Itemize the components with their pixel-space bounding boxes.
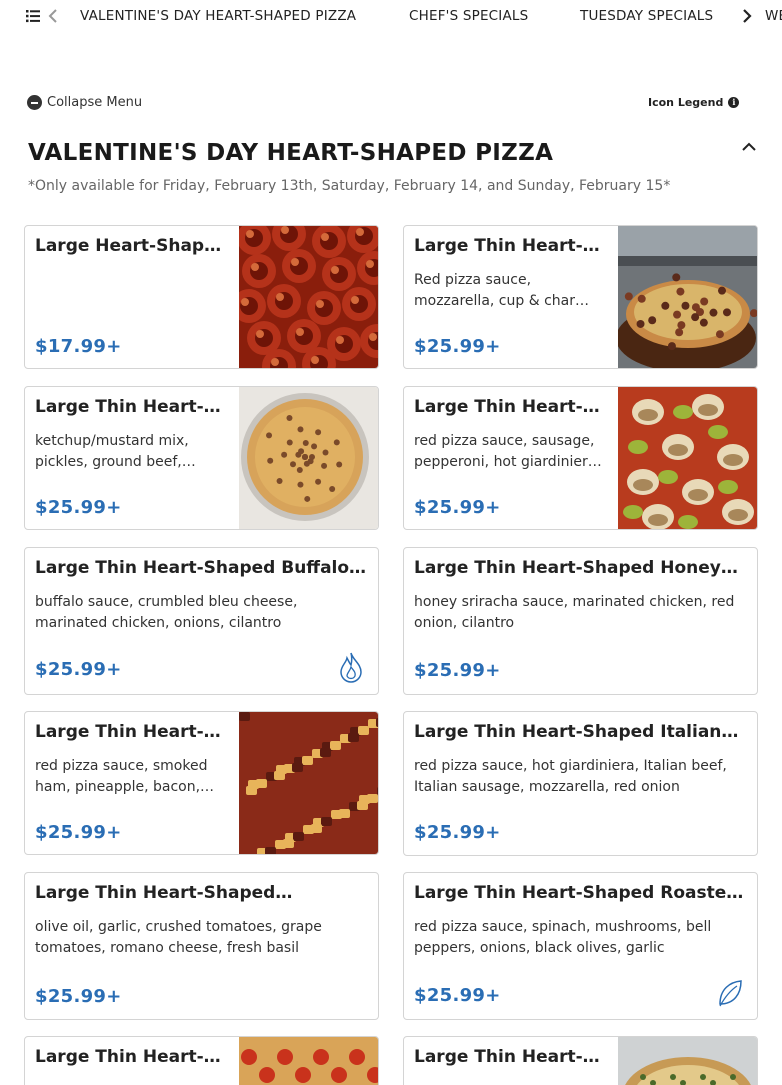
menu-item-price: $25.99+	[35, 497, 122, 518]
menu-item-name: Large Thin Heart-…	[35, 722, 221, 742]
menu-item-price: $25.99+	[414, 822, 501, 843]
nav-category-tuesday-specials[interactable]: TUESDAY SPECIALS	[580, 8, 713, 24]
minus-circle-icon	[27, 95, 42, 110]
menu-item-description: red pizza sauce, hot giardiniera, Italia…	[414, 758, 727, 795]
giardiniera-pizza-image	[618, 387, 757, 529]
menu-item-name: Large Heart-Shap…	[35, 236, 222, 256]
chevron-right-icon[interactable]	[739, 6, 755, 26]
menu-item-card[interactable]: Large Thin Heart-… red pizza sauce, sausa…	[403, 386, 758, 530]
menu-item-card[interactable]: Large Thin Heart-Shaped… olive oil, garli…	[24, 872, 379, 1020]
menu-item-description: red pizza sauce, smoked ham, pineapple, …	[35, 758, 215, 795]
menu-item-card[interactable]: Large Thin Heart-… Red pizza sauce, mozza…	[403, 225, 758, 369]
menu-item-price: $25.99+	[35, 986, 122, 1007]
nav-category-valentines[interactable]: VALENTINE'S DAY HEART-SHAPED PIZZA	[80, 8, 356, 24]
menu-item-description: Red pizza sauce, mozzarella, cup & char…	[414, 272, 589, 309]
menu-item-description: red pizza sauce, sausage, pepperoni, hot…	[414, 433, 602, 470]
chevron-up-icon[interactable]	[741, 140, 757, 154]
nav-category-partial[interactable]: WE	[765, 8, 782, 24]
spicy-flame-icon	[338, 651, 364, 683]
menu-item-name: Large Thin Heart-Shaped…	[35, 883, 293, 903]
menu-item-name: Large Thin Heart-…	[414, 236, 600, 256]
menu-item-card[interactable]: Large Thin Heart-Shaped Italian… red pizz…	[403, 711, 758, 856]
menu-item-price: $17.99+	[35, 336, 122, 357]
menu-item-card[interactable]: Large Thin Heart-Shaped Roaste… red pizza…	[403, 872, 758, 1020]
menu-item-price: $25.99+	[414, 985, 501, 1006]
menu-item-card[interactable]: Large Thin Heart-… ketchup/mustard mix, p…	[24, 386, 379, 530]
hawaiian-pizza-image	[239, 712, 378, 854]
info-icon: i	[728, 97, 740, 108]
icon-legend-button[interactable]: Icon Legend i	[648, 96, 740, 109]
menu-item-card[interactable]: Large Thin Heart-…	[403, 1036, 758, 1085]
menu-list-icon[interactable]	[26, 9, 40, 23]
menu-item-name: Large Thin Heart-Shaped Buffalo…	[35, 558, 367, 578]
menu-item-card[interactable]: Large Thin Heart-… red pizza sauce, smoke…	[24, 711, 379, 855]
menu-item-description: buffalo sauce, crumbled bleu cheese, mar…	[35, 594, 298, 631]
category-nav: VALENTINE'S DAY HEART-SHAPED PIZZA CHEF'…	[0, 0, 782, 34]
menu-item-name: Large Thin Heart-…	[414, 1047, 600, 1067]
menu-item-price: $25.99+	[414, 497, 501, 518]
menu-item-description: olive oil, garlic, crushed tomatoes, gra…	[35, 919, 322, 956]
menu-item-description: red pizza sauce, spinach, mushrooms, bel…	[414, 919, 712, 956]
menu-item-name: Large Thin Heart-…	[414, 397, 600, 417]
menu-item-description: honey sriracha sauce, marinated chicken,…	[414, 594, 735, 631]
menu-item-price: $25.99+	[35, 822, 122, 843]
menu-item-card[interactable]: Large Thin Heart-Shaped Honey… honey srir…	[403, 547, 758, 695]
collapse-menu-label: Collapse Menu	[47, 95, 143, 110]
nav-category-chefs-specials[interactable]: CHEF'S SPECIALS	[409, 8, 528, 24]
section-availability-note: *Only available for Friday, February 13t…	[28, 178, 671, 194]
pepperoni-pizza-image	[239, 226, 378, 368]
tomato-pizza-image	[239, 1037, 378, 1085]
menu-item-price: $25.99+	[414, 336, 501, 357]
menu-item-card[interactable]: Large Heart-Shap… $17.99+	[24, 225, 379, 369]
menu-item-name: Large Thin Heart-…	[35, 397, 221, 417]
menu-item-name: Large Thin Heart-Shaped Roaste…	[414, 883, 744, 903]
menu-item-price: $25.99+	[35, 659, 122, 680]
vegetarian-leaf-icon	[717, 977, 743, 1009]
pizza-on-board-image	[618, 226, 757, 368]
herb-pizza-image	[618, 1037, 757, 1085]
menu-item-card[interactable]: Large Thin Heart-Shaped Buffalo… buffalo …	[24, 547, 379, 695]
menu-item-name: Large Thin Heart-…	[35, 1047, 221, 1067]
menu-item-card[interactable]: Large Thin Heart-…	[24, 1036, 379, 1085]
menu-item-description: ketchup/mustard mix, pickles, ground bee…	[35, 433, 196, 470]
menu-item-price: $25.99+	[414, 660, 501, 681]
cheeseburger-pizza-image	[239, 387, 378, 529]
chevron-left-icon[interactable]	[46, 6, 62, 26]
menu-item-name: Large Thin Heart-Shaped Italian…	[414, 722, 739, 742]
collapse-menu-button[interactable]: Collapse Menu	[27, 95, 142, 110]
menu-item-name: Large Thin Heart-Shaped Honey…	[414, 558, 738, 578]
section-title: VALENTINE'S DAY HEART-SHAPED PIZZA	[28, 140, 554, 166]
icon-legend-label: Icon Legend	[648, 96, 724, 109]
